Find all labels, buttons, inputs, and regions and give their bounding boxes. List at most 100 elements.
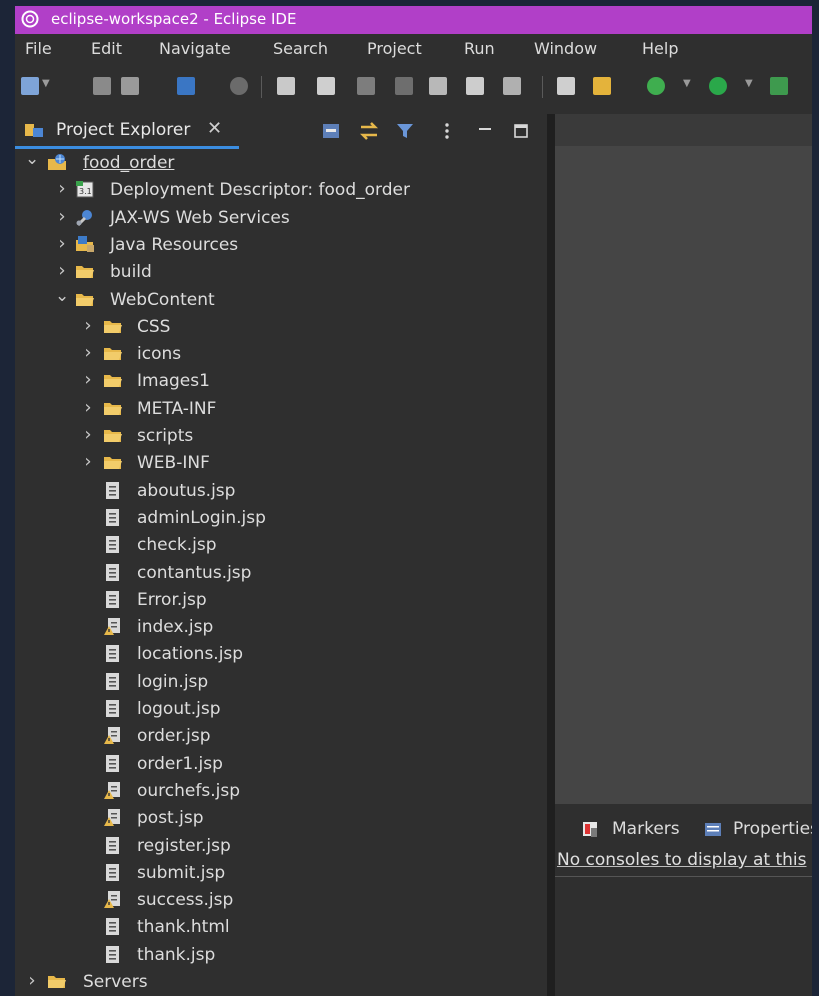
chevron-down-icon[interactable]: ⌄ (25, 149, 39, 169)
tab-properties[interactable]: Properties (733, 819, 812, 839)
run-dropdown-icon[interactable]: ▼ (745, 78, 753, 89)
tree-item[interactable]: submit.jsp (15, 860, 547, 887)
tree-item[interactable]: ⌄ WebContent (15, 286, 547, 314)
tab-markers[interactable]: Markers (612, 819, 680, 839)
tree-item[interactable]: logout.jsp (15, 696, 547, 723)
markers-icon (583, 822, 597, 837)
tree-item[interactable]: › scripts (15, 423, 547, 450)
skip-breakpoints-icon[interactable] (230, 77, 248, 95)
step-over-icon[interactable] (466, 77, 484, 95)
save-all-icon[interactable] (121, 77, 139, 95)
resume-icon[interactable] (277, 77, 295, 95)
chevron-right-icon[interactable]: › (81, 451, 95, 472)
chevron-right-icon[interactable]: › (81, 315, 95, 336)
new-icon[interactable] (21, 77, 39, 95)
chevron-right-icon[interactable]: › (55, 233, 69, 254)
tree-item[interactable]: contantus.jsp (15, 560, 547, 587)
chevron-right-icon[interactable]: › (55, 178, 69, 199)
chevron-right-icon[interactable]: › (81, 424, 95, 445)
folder-icon (104, 402, 122, 415)
tree-item[interactable]: check.jsp (15, 532, 547, 559)
menu-edit[interactable]: Edit (91, 39, 122, 58)
tab-project-explorer[interactable]: Project Explorer ✕ (15, 114, 239, 149)
menu-bar: File Edit Navigate Search Project Run Window He… (15, 34, 812, 64)
jsp-file-icon (106, 836, 119, 854)
toolbar-separator (261, 76, 262, 98)
tree-item[interactable]: success.jsp (15, 887, 547, 914)
save-icon[interactable] (93, 77, 111, 95)
sash-divider[interactable] (547, 114, 555, 996)
tree-item[interactable]: thank.html (15, 914, 547, 941)
terminate-icon[interactable] (357, 77, 375, 95)
tree-item[interactable]: › icons (15, 341, 547, 368)
menu-window[interactable]: Window (534, 39, 597, 58)
tree-item[interactable]: › WEB-INF (15, 450, 547, 477)
maximize-icon[interactable] (511, 122, 531, 140)
use-step-filters-icon[interactable] (593, 77, 611, 95)
view-menu-icon[interactable] (437, 122, 457, 140)
chevron-right-icon[interactable]: › (81, 342, 95, 363)
jsp-file-icon (106, 863, 119, 881)
tree-item-label: Images1 (137, 371, 210, 392)
menu-run[interactable]: Run (464, 39, 495, 58)
jsp-file-warning-icon (104, 809, 120, 827)
filter-icon[interactable] (395, 122, 415, 140)
tree-item[interactable]: › META-INF (15, 396, 547, 423)
tree-item[interactable]: aboutus.jsp (15, 478, 547, 505)
step-return-icon[interactable] (503, 77, 521, 95)
tree-item[interactable]: › 3.1 Deployment Descriptor: food_order (15, 177, 547, 204)
chevron-right-icon[interactable]: › (55, 260, 69, 281)
menu-project[interactable]: Project (367, 39, 422, 58)
tree-item[interactable]: ourchefs.jsp (15, 778, 547, 805)
tree-item-label: submit.jsp (137, 862, 226, 883)
step-into-icon[interactable] (429, 77, 447, 95)
tree-item-label: order1.jsp (137, 753, 223, 774)
tree-item[interactable]: Error.jsp (15, 587, 547, 614)
tree-item[interactable]: login.jsp (15, 669, 547, 696)
tree-item[interactable]: › Servers (15, 969, 547, 996)
jsp-file-icon (106, 563, 119, 581)
tree-item[interactable]: ⌄ food_order (15, 149, 547, 177)
tree-item[interactable]: › CSS (15, 314, 547, 341)
project-explorer-header: Project Explorer ✕ (15, 114, 547, 149)
tree-item-label: build (110, 262, 152, 283)
tree-item[interactable]: › Java Resources (15, 232, 547, 259)
tree-item[interactable]: post.jsp (15, 805, 547, 832)
suspend-icon[interactable] (317, 77, 335, 95)
tree-item[interactable]: order.jsp (15, 723, 547, 750)
tree-item[interactable]: locations.jsp (15, 641, 547, 668)
close-icon[interactable]: ✕ (207, 118, 222, 139)
drop-to-frame-icon[interactable] (557, 77, 575, 95)
chevron-right-icon[interactable]: › (81, 397, 95, 418)
link-with-editor-icon[interactable] (359, 122, 379, 140)
properties-icon (705, 823, 721, 836)
external-tools-icon[interactable] (770, 77, 788, 95)
chevron-right-icon[interactable]: › (81, 369, 95, 390)
debug-icon[interactable] (647, 77, 665, 95)
collapse-all-icon[interactable] (321, 122, 341, 140)
menu-help[interactable]: Help (642, 39, 678, 58)
minimize-icon[interactable] (475, 122, 495, 140)
tree-item[interactable]: › JAX-WS Web Services (15, 205, 547, 232)
folder-icon (76, 266, 94, 279)
terminal-icon[interactable] (177, 77, 195, 95)
menu-file[interactable]: File (25, 39, 52, 58)
menu-navigate[interactable]: Navigate (159, 39, 231, 58)
chevron-down-icon[interactable]: ⌄ (55, 286, 69, 306)
tree-item[interactable]: index.jsp (15, 614, 547, 641)
chevron-right-icon[interactable]: › (25, 970, 39, 991)
tree-item[interactable]: order1.jsp (15, 751, 547, 778)
tree-item[interactable]: › build (15, 259, 547, 286)
tree-item[interactable]: › Images1 (15, 368, 547, 395)
new-dropdown-icon[interactable]: ▼ (42, 78, 50, 89)
run-icon[interactable] (709, 77, 727, 95)
chevron-right-icon[interactable]: › (55, 206, 69, 227)
debug-dropdown-icon[interactable]: ▼ (683, 78, 691, 89)
tree-item[interactable]: register.jsp (15, 833, 547, 860)
tree-item[interactable]: thank.jsp (15, 942, 547, 969)
menu-search[interactable]: Search (273, 39, 328, 58)
disconnect-icon[interactable] (395, 77, 413, 95)
eclipse-window: eclipse-workspace2 - Eclipse IDE File Edi… (15, 6, 812, 996)
tree-item[interactable]: adminLogin.jsp (15, 505, 547, 532)
tree-item-label: WebContent (110, 289, 215, 310)
